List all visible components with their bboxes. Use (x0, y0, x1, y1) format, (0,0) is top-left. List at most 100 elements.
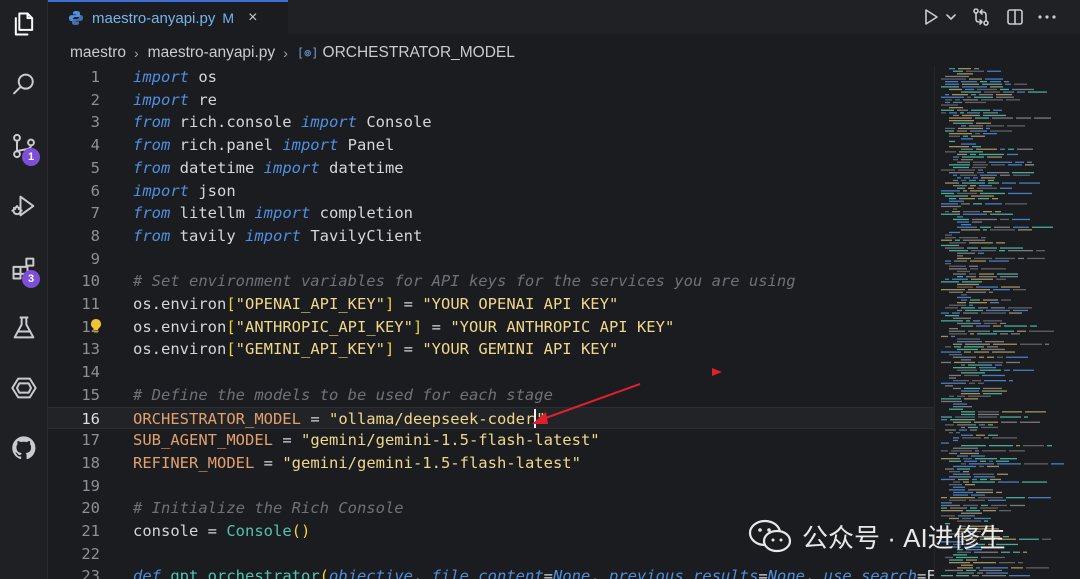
code-token: from (133, 204, 171, 223)
code-token: "YOUR ANTHROPIC API KEY" (450, 317, 675, 336)
code-text: # Define the models to be used for each … (133, 384, 553, 407)
code-token: ] (384, 340, 395, 359)
wechat-logo-icon (748, 519, 792, 553)
code-token: tavily (170, 226, 245, 245)
code-token: objective (329, 567, 413, 579)
line-number: 9 (90, 249, 100, 268)
code-token: "YOUR OPENAI API KEY" (422, 295, 619, 313)
code-text: # Set environment variables for API keys… (133, 270, 796, 293)
code-token: = (758, 567, 768, 579)
code-line[interactable]: 11 os.environ["OPENAI_API_KEY"] = "YOUR O… (48, 293, 934, 316)
code-token: from (133, 113, 171, 132)
code-token: datetime (170, 158, 264, 177)
code-token: import (133, 181, 189, 200)
code-token: " (536, 409, 546, 428)
line-number: 17 (81, 431, 100, 450)
search-icon[interactable] (0, 62, 48, 106)
code-line[interactable]: 6 import json (48, 180, 934, 203)
code-token: import (282, 136, 339, 155)
code-line[interactable]: 19 (48, 475, 934, 498)
minimap[interactable] (934, 66, 1080, 579)
code-line[interactable]: 10 # Set environment variables for API ke… (48, 270, 934, 293)
more-actions-icon[interactable] (1034, 4, 1060, 30)
code-text: from litellm import completion (133, 202, 413, 225)
code-token: = (254, 453, 283, 472)
watermark: 公众号 · AI进修生 (748, 515, 1006, 557)
code-line[interactable]: 17 SUB_AGENT_MODEL = "gemini/gemini-1.5-f… (48, 429, 934, 452)
code-text: from rich.console import Console (133, 111, 432, 134)
code-line[interactable]: 4 from rich.panel import Panel (48, 134, 934, 157)
code-line[interactable]: 3 from rich.console import Console (48, 111, 934, 134)
code-token: file_content (431, 567, 544, 579)
explorer-icon[interactable] (0, 2, 48, 46)
close-icon[interactable]: × (248, 9, 257, 27)
line-number: 20 (81, 499, 100, 518)
code-line[interactable]: 13 os.environ["GEMINI_API_KEY"] = "YOUR G… (48, 338, 934, 361)
code-token: Console (226, 522, 292, 540)
code-token: , (804, 567, 824, 579)
code-line[interactable]: 7 from litellm import completion (48, 202, 934, 225)
code-line[interactable]: 5 from datetime import datetime (48, 157, 934, 180)
code-token: os.environ (133, 317, 227, 336)
code-line[interactable]: 16 ORCHESTRATOR_MODEL = "ollama/deepseek-… (48, 406, 934, 430)
line-number: 4 (90, 136, 100, 155)
line-number: 1 (90, 68, 100, 86)
github-icon[interactable] (0, 426, 48, 470)
code-token: None (767, 567, 805, 579)
code-token: from (133, 136, 171, 155)
code-editor[interactable]: 1 import os 2 import re 3 from rich.console i… (48, 66, 934, 579)
line-number: 13 (81, 340, 100, 359)
code-line[interactable]: 2 import re (48, 89, 934, 112)
code-line[interactable]: 15 # Define the models to be used for eac… (48, 384, 934, 407)
code-line[interactable]: 18 REFINER_MODEL = "gemini/gemini-1.5-fla… (48, 452, 934, 475)
code-token: ] (384, 295, 395, 313)
breadcrumb-file[interactable]: maestro-anyapi.py (148, 44, 276, 62)
code-token: from (133, 226, 171, 245)
line-number: 15 (81, 385, 100, 404)
lightbulb-icon[interactable] (88, 318, 104, 334)
breadcrumb-symbol[interactable]: ORCHESTRATOR_MODEL (323, 44, 515, 62)
code-token: = (394, 340, 423, 359)
code-line[interactable]: 23 def gpt_orchestrator(objective, file_c… (48, 565, 934, 579)
line-number: 11 (81, 295, 100, 313)
code-token: # Initialize the Rich Console (133, 499, 404, 518)
code-token: "GEMINI_API_KEY" (235, 340, 385, 359)
compare-changes-icon[interactable] (968, 4, 994, 30)
code-token: = (543, 567, 553, 579)
split-editor-icon[interactable] (1002, 4, 1028, 30)
code-token: Panel (338, 136, 395, 155)
code-line[interactable]: 1 import os (48, 66, 934, 89)
code-text: import re (133, 89, 217, 112)
source-control-icon[interactable]: 1 (0, 124, 48, 168)
line-number: 22 (81, 544, 100, 563)
testing-flask-icon[interactable] (0, 306, 48, 350)
breadcrumb-folder[interactable]: maestro (70, 44, 126, 62)
code-text: import os (133, 66, 217, 89)
code-token: completion (310, 204, 413, 223)
code-line[interactable]: 14 (48, 361, 934, 384)
extensions-icon[interactable]: 3 (0, 246, 48, 290)
dropdown-chevron-icon[interactable] (942, 4, 960, 30)
code-line[interactable]: 8 from tavily import TavilyClient (48, 225, 934, 248)
code-line[interactable]: 9 (48, 248, 934, 271)
line-number: 8 (90, 226, 100, 245)
tab-label: maestro-anyapi.py (92, 9, 216, 27)
code-text: from rich.panel import Panel (133, 134, 394, 157)
code-token: =Fal (916, 567, 934, 579)
code-text: os.environ["OPENAI_API_KEY"] = "YOUR OPE… (133, 293, 618, 316)
code-token: [ (226, 317, 236, 336)
variable-symbol-icon: [⊚] (296, 46, 319, 60)
tab-maestro-anyapi[interactable]: maestro-anyapi.py M × (48, 0, 288, 34)
line-number: 3 (90, 113, 100, 132)
code-token: = (394, 295, 423, 313)
run-icon[interactable] (920, 4, 942, 30)
code-token: import (244, 226, 301, 245)
code-token: ORCHESTRATOR_MODEL (133, 409, 301, 428)
code-token: previous_results (609, 567, 759, 579)
run-debug-icon[interactable] (0, 184, 48, 228)
code-line[interactable]: 12 os.environ["ANTHROPIC_API_KEY"] = "YOU… (48, 316, 934, 339)
remote-explorer-icon[interactable] (0, 366, 48, 410)
code-token: re (189, 90, 217, 109)
code-token: from (133, 158, 171, 177)
